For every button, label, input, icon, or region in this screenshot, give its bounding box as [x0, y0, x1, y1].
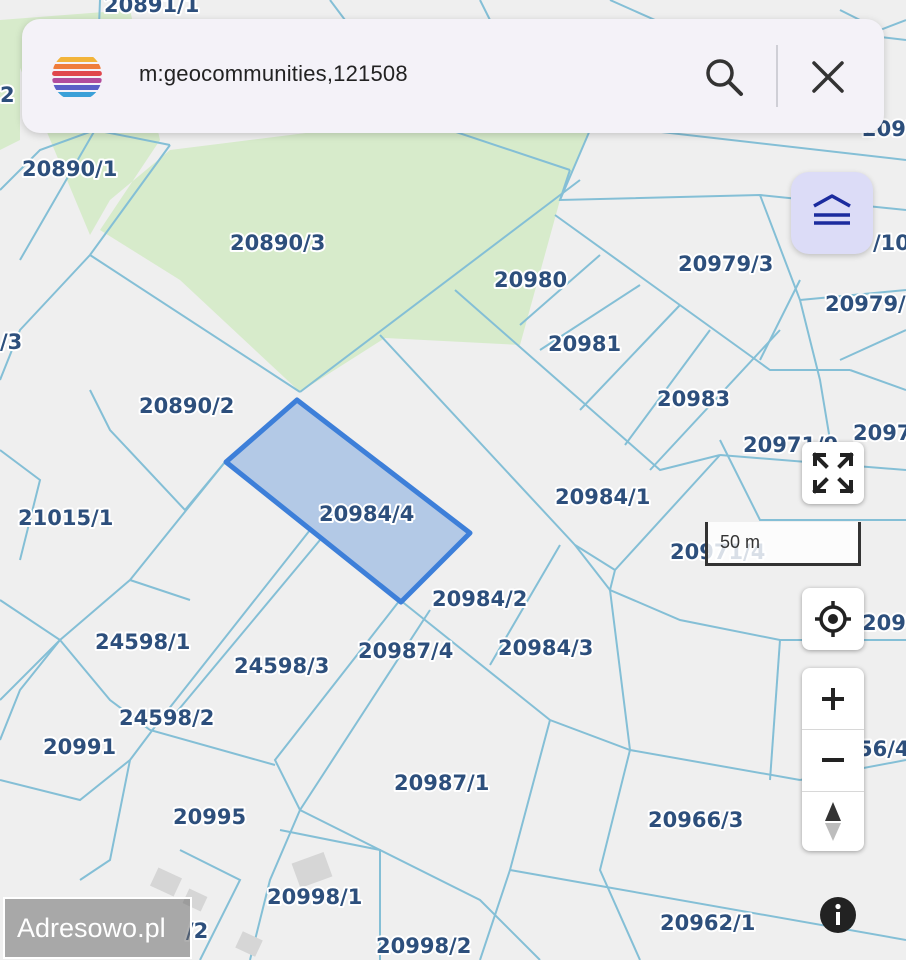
zoom-controls — [802, 668, 864, 851]
compass-button[interactable] — [802, 792, 864, 853]
search-bar[interactable]: m:geocommunities,121508 — [22, 19, 884, 133]
north-arrow-icon — [825, 802, 841, 841]
parcel-label: 20890/1 — [22, 157, 117, 181]
parcel-label: 20991 — [43, 735, 116, 759]
parcel-label: 20984/2 — [432, 587, 527, 611]
zoom-out-button[interactable] — [802, 730, 864, 791]
parcel-label: 20980 — [494, 268, 567, 292]
parcel-label: 20979/ — [825, 292, 906, 316]
geoportal-logo-icon — [52, 51, 102, 101]
parcel-label: 24598/3 — [234, 654, 329, 678]
watermark-text: Adresowo.pl — [17, 913, 166, 943]
watermark: Adresowo.pl — [3, 897, 192, 959]
layers-icon — [813, 194, 851, 225]
parcel-label: 20981 — [548, 332, 621, 356]
selected-parcel[interactable] — [223, 397, 473, 605]
magnifier-icon — [706, 59, 743, 96]
parcel-label: 24598/2 — [119, 706, 214, 730]
scale-label: 50 m — [720, 532, 761, 552]
parcel-label-selected: 20984/4 — [319, 502, 414, 526]
parcel-label: 21015/1 — [18, 506, 113, 530]
parcel-label: 20983 — [657, 387, 730, 411]
parcel-label: 20890/3 — [230, 231, 325, 255]
minus-icon — [822, 758, 844, 762]
fullscreen-icon — [812, 452, 854, 494]
parcel-label: 20890/2 — [139, 394, 234, 418]
parcel-label: 20966/3 — [648, 808, 743, 832]
search-query[interactable]: m:geocommunities,121508 — [139, 61, 408, 87]
search-divider — [776, 45, 778, 107]
parcel-label: 20998/2 — [376, 934, 471, 958]
parcel-label: 20987/4 — [358, 639, 453, 663]
parcel-label: 2 — [0, 83, 15, 107]
parcel-label: 20984/1 — [555, 485, 650, 509]
parcel-label: 20987/1 — [394, 771, 489, 795]
info-icon — [820, 897, 856, 933]
parcel-label: /3 — [0, 330, 22, 354]
fullscreen-button[interactable] — [802, 442, 864, 504]
clear-search-button[interactable] — [806, 55, 850, 99]
parcel-label: 2097 — [862, 611, 906, 635]
search-button[interactable] — [702, 55, 746, 99]
parcel-label: 56/4 — [858, 737, 906, 761]
parcel-label: 20979/3 — [678, 252, 773, 276]
zoom-in-button[interactable] — [802, 668, 864, 729]
layers-button[interactable] — [791, 172, 873, 254]
parcel-label: 20962/1 — [660, 911, 755, 935]
cadastral-map[interactable]: 20891/1 20890/1 20890/3 20980 20979/3 20… — [0, 0, 906, 960]
info-button[interactable] — [816, 893, 860, 937]
locate-me-button[interactable] — [802, 588, 864, 650]
plus-icon — [822, 688, 844, 710]
parcel-label: /10 — [873, 231, 906, 255]
parcel-label: 20891/1 — [104, 0, 199, 17]
parcel-label: 24598/1 — [95, 630, 190, 654]
scale-bar: 50 m — [705, 522, 861, 566]
close-icon — [812, 61, 844, 93]
crosshair-icon — [815, 601, 851, 637]
parcel-label: 20984/3 — [498, 636, 593, 660]
parcel-label: 20995 — [173, 805, 246, 829]
parcel-label: 20998/1 — [267, 885, 362, 909]
